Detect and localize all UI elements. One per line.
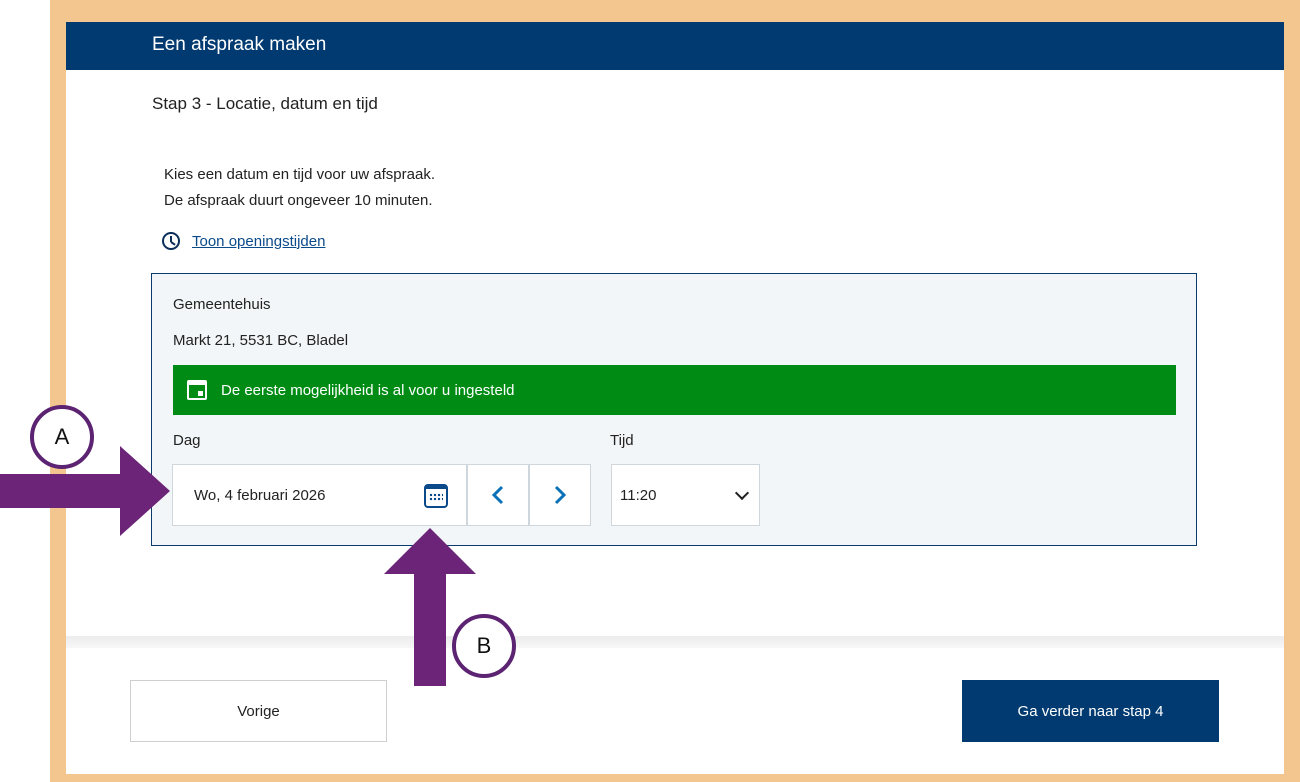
intro-text: Kies een datum en tijd voor uw afspraak.…: [164, 162, 435, 214]
chevron-right-icon: [554, 485, 567, 505]
step-title: Stap 3 - Locatie, datum en tijd: [152, 94, 378, 113]
first-availability-banner: De eerste mogelijkheid is al voor u inge…: [173, 365, 1176, 415]
annotation-marker-a: A: [30, 405, 94, 469]
opening-hours-link[interactable]: Toon openingstijden: [192, 233, 325, 250]
appointment-page: Een afspraak maken Stap 3 - Locatie, dat…: [66, 22, 1284, 774]
page-title: Een afspraak maken: [152, 34, 327, 55]
date-label: Dag: [173, 432, 201, 449]
annotation-marker-b: B: [452, 614, 516, 678]
previous-day-button[interactable]: [467, 464, 529, 526]
calendar-icon[interactable]: [424, 484, 448, 508]
time-value: 11:20: [620, 486, 657, 504]
clock-icon: [162, 232, 180, 250]
opening-hours: Toon openingstijden: [162, 232, 325, 250]
time-select[interactable]: 11:20: [611, 464, 760, 526]
intro-line-1: Kies een datum en tijd voor uw afspraak.: [164, 166, 435, 183]
header-bar: Een afspraak maken: [66, 22, 1284, 70]
footer-divider: [66, 636, 1284, 648]
calendar-icon: [187, 380, 207, 400]
continue-button[interactable]: Ga verder naar stap 4: [962, 680, 1219, 742]
banner-text: De eerste mogelijkheid is al voor u inge…: [221, 381, 515, 399]
location-panel: Gemeentehuis Markt 21, 5531 BC, Bladel D…: [151, 273, 1197, 546]
date-value: Wo, 4 februari 2026: [194, 486, 326, 504]
next-day-button[interactable]: [529, 464, 591, 526]
time-label: Tijd: [610, 432, 634, 449]
intro-line-2: De afspraak duurt ongeveer 10 minuten.: [164, 192, 433, 209]
chevron-down-icon: [734, 485, 750, 500]
previous-button[interactable]: Vorige: [130, 680, 387, 742]
annotation-arrow-a: [0, 446, 170, 536]
location-address: Markt 21, 5531 BC, Bladel: [173, 332, 349, 349]
chevron-left-icon: [491, 485, 504, 505]
date-input[interactable]: Wo, 4 februari 2026: [172, 464, 467, 526]
location-name: Gemeentehuis: [173, 296, 271, 313]
